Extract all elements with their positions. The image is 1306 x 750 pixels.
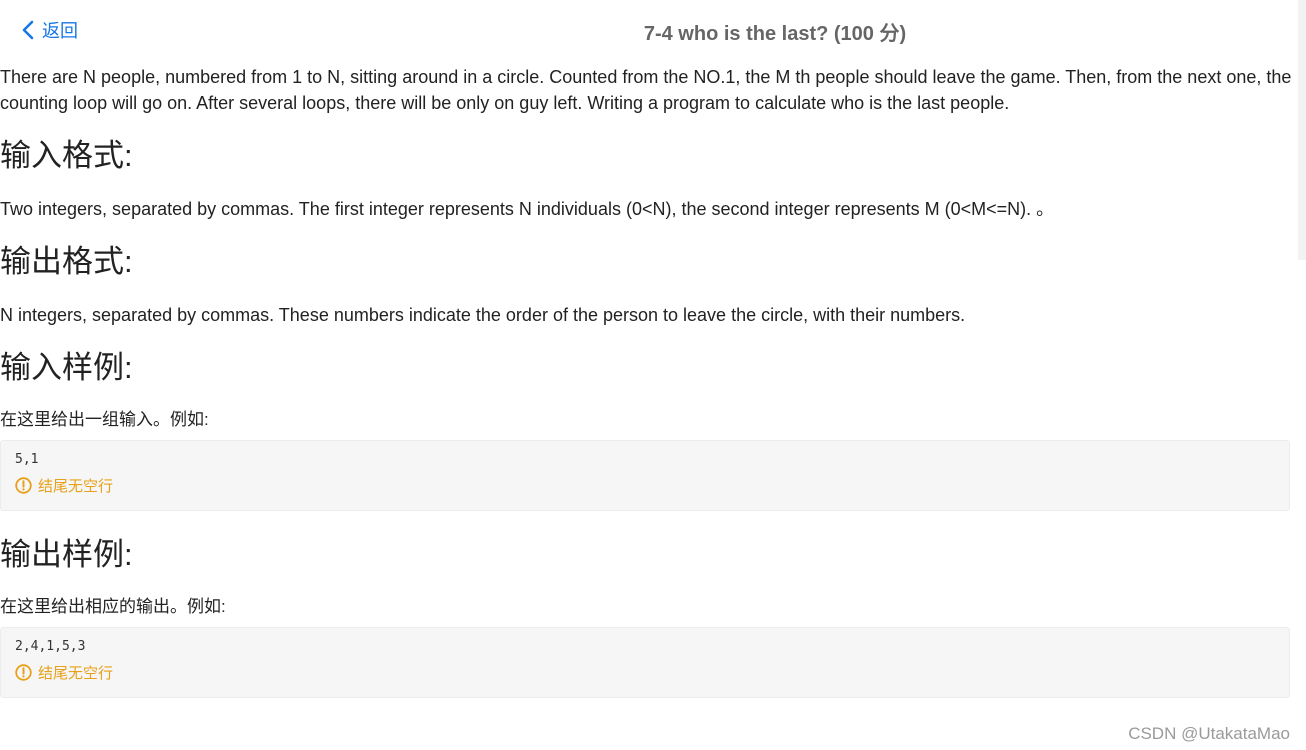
sample-input-note: 在这里给出一组输入。例如:	[0, 410, 209, 429]
warning-text: 结尾无空行	[38, 478, 114, 495]
problem-content: There are N people, numbered from 1 to N…	[0, 64, 1292, 698]
problem-description: There are N people, numbered from 1 to N…	[0, 67, 1292, 113]
warning-text: 结尾无空行	[38, 665, 114, 682]
sample-output-heading: 输出样例:	[0, 537, 133, 572]
output-format-heading: 输出格式:	[0, 244, 133, 279]
sample-output-warning: 结尾无空行	[15, 662, 1289, 683]
input-format-text: Two integers, separated by commas. The f…	[0, 199, 1055, 219]
page: 返回 7-4 who is the last? (100 分) There ar…	[0, 0, 1306, 750]
sample-input-heading: 输入样例:	[0, 350, 133, 385]
watermark: CSDN @UtakataMao	[1128, 724, 1290, 743]
output-format-text: N integers, separated by commas. These n…	[0, 305, 966, 325]
sample-output-note: 在这里给出相应的输出。例如:	[0, 597, 226, 616]
sample-output-block: 2,4,1,5,3 结尾无空行	[0, 627, 1290, 698]
scrollbar[interactable]	[1298, 0, 1306, 260]
sample-input-code: 5,1	[15, 452, 39, 467]
page-title: 7-4 who is the last? (100 分)	[643, 23, 907, 45]
top-bar: 返回 7-4 who is the last? (100 分)	[0, 0, 1306, 60]
sample-input-block: 5,1 结尾无空行	[0, 440, 1290, 511]
warning-circle-icon	[15, 477, 32, 494]
sample-input-warning: 结尾无空行	[15, 475, 1289, 496]
input-format-heading: 输入格式:	[0, 138, 133, 173]
warning-circle-icon	[15, 664, 32, 681]
sample-output-code: 2,4,1,5,3	[15, 639, 86, 654]
